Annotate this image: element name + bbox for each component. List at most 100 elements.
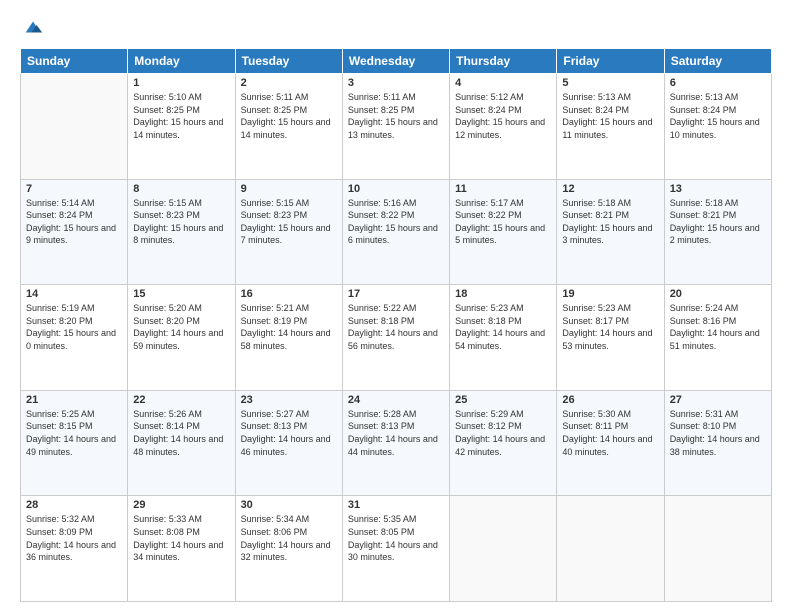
day-info: Sunrise: 5:18 AMSunset: 8:21 PMDaylight:…	[562, 197, 658, 247]
day-cell: 1 Sunrise: 5:10 AMSunset: 8:25 PMDayligh…	[128, 74, 235, 180]
day-info: Sunrise: 5:19 AMSunset: 8:20 PMDaylight:…	[26, 302, 122, 352]
day-info: Sunrise: 5:28 AMSunset: 8:13 PMDaylight:…	[348, 408, 444, 458]
day-number: 21	[26, 394, 122, 406]
day-info: Sunrise: 5:22 AMSunset: 8:18 PMDaylight:…	[348, 302, 444, 352]
day-number: 9	[241, 183, 337, 195]
day-cell: 19 Sunrise: 5:23 AMSunset: 8:17 PMDaylig…	[557, 285, 664, 391]
week-row-1: 1 Sunrise: 5:10 AMSunset: 8:25 PMDayligh…	[21, 74, 772, 180]
day-cell: 6 Sunrise: 5:13 AMSunset: 8:24 PMDayligh…	[664, 74, 771, 180]
day-number: 30	[241, 499, 337, 511]
day-info: Sunrise: 5:35 AMSunset: 8:05 PMDaylight:…	[348, 513, 444, 563]
day-number: 26	[562, 394, 658, 406]
day-info: Sunrise: 5:15 AMSunset: 8:23 PMDaylight:…	[133, 197, 229, 247]
day-cell	[21, 74, 128, 180]
day-info: Sunrise: 5:18 AMSunset: 8:21 PMDaylight:…	[670, 197, 766, 247]
logo-icon	[22, 16, 44, 38]
week-row-3: 14 Sunrise: 5:19 AMSunset: 8:20 PMDaylig…	[21, 285, 772, 391]
day-number: 31	[348, 499, 444, 511]
day-cell: 24 Sunrise: 5:28 AMSunset: 8:13 PMDaylig…	[342, 390, 449, 496]
day-number: 23	[241, 394, 337, 406]
day-number: 28	[26, 499, 122, 511]
col-tuesday: Tuesday	[235, 49, 342, 74]
day-cell: 11 Sunrise: 5:17 AMSunset: 8:22 PMDaylig…	[450, 179, 557, 285]
day-cell: 7 Sunrise: 5:14 AMSunset: 8:24 PMDayligh…	[21, 179, 128, 285]
day-cell: 27 Sunrise: 5:31 AMSunset: 8:10 PMDaylig…	[664, 390, 771, 496]
day-cell: 16 Sunrise: 5:21 AMSunset: 8:19 PMDaylig…	[235, 285, 342, 391]
day-info: Sunrise: 5:26 AMSunset: 8:14 PMDaylight:…	[133, 408, 229, 458]
col-sunday: Sunday	[21, 49, 128, 74]
day-cell: 31 Sunrise: 5:35 AMSunset: 8:05 PMDaylig…	[342, 496, 449, 602]
day-info: Sunrise: 5:21 AMSunset: 8:19 PMDaylight:…	[241, 302, 337, 352]
day-number: 4	[455, 77, 551, 89]
col-thursday: Thursday	[450, 49, 557, 74]
day-cell: 25 Sunrise: 5:29 AMSunset: 8:12 PMDaylig…	[450, 390, 557, 496]
calendar-table: Sunday Monday Tuesday Wednesday Thursday…	[20, 48, 772, 602]
day-number: 29	[133, 499, 229, 511]
day-number: 27	[670, 394, 766, 406]
col-wednesday: Wednesday	[342, 49, 449, 74]
day-number: 7	[26, 183, 122, 195]
day-number: 16	[241, 288, 337, 300]
day-cell: 2 Sunrise: 5:11 AMSunset: 8:25 PMDayligh…	[235, 74, 342, 180]
day-cell	[450, 496, 557, 602]
day-cell: 18 Sunrise: 5:23 AMSunset: 8:18 PMDaylig…	[450, 285, 557, 391]
day-cell	[664, 496, 771, 602]
week-row-4: 21 Sunrise: 5:25 AMSunset: 8:15 PMDaylig…	[21, 390, 772, 496]
day-cell: 5 Sunrise: 5:13 AMSunset: 8:24 PMDayligh…	[557, 74, 664, 180]
day-number: 11	[455, 183, 551, 195]
day-number: 10	[348, 183, 444, 195]
day-cell: 9 Sunrise: 5:15 AMSunset: 8:23 PMDayligh…	[235, 179, 342, 285]
day-info: Sunrise: 5:29 AMSunset: 8:12 PMDaylight:…	[455, 408, 551, 458]
day-cell: 23 Sunrise: 5:27 AMSunset: 8:13 PMDaylig…	[235, 390, 342, 496]
day-number: 14	[26, 288, 122, 300]
day-info: Sunrise: 5:34 AMSunset: 8:06 PMDaylight:…	[241, 513, 337, 563]
day-info: Sunrise: 5:15 AMSunset: 8:23 PMDaylight:…	[241, 197, 337, 247]
day-number: 6	[670, 77, 766, 89]
day-info: Sunrise: 5:30 AMSunset: 8:11 PMDaylight:…	[562, 408, 658, 458]
day-info: Sunrise: 5:16 AMSunset: 8:22 PMDaylight:…	[348, 197, 444, 247]
day-info: Sunrise: 5:17 AMSunset: 8:22 PMDaylight:…	[455, 197, 551, 247]
day-cell: 14 Sunrise: 5:19 AMSunset: 8:20 PMDaylig…	[21, 285, 128, 391]
day-cell: 30 Sunrise: 5:34 AMSunset: 8:06 PMDaylig…	[235, 496, 342, 602]
header-row: Sunday Monday Tuesday Wednesday Thursday…	[21, 49, 772, 74]
day-number: 3	[348, 77, 444, 89]
day-cell: 28 Sunrise: 5:32 AMSunset: 8:09 PMDaylig…	[21, 496, 128, 602]
day-cell: 12 Sunrise: 5:18 AMSunset: 8:21 PMDaylig…	[557, 179, 664, 285]
week-row-5: 28 Sunrise: 5:32 AMSunset: 8:09 PMDaylig…	[21, 496, 772, 602]
day-number: 25	[455, 394, 551, 406]
calendar: Sunday Monday Tuesday Wednesday Thursday…	[20, 48, 772, 602]
day-number: 15	[133, 288, 229, 300]
day-number: 19	[562, 288, 658, 300]
day-info: Sunrise: 5:24 AMSunset: 8:16 PMDaylight:…	[670, 302, 766, 352]
day-number: 2	[241, 77, 337, 89]
day-cell: 21 Sunrise: 5:25 AMSunset: 8:15 PMDaylig…	[21, 390, 128, 496]
logo	[20, 16, 44, 38]
day-cell: 20 Sunrise: 5:24 AMSunset: 8:16 PMDaylig…	[664, 285, 771, 391]
day-number: 13	[670, 183, 766, 195]
calendar-header: Sunday Monday Tuesday Wednesday Thursday…	[21, 49, 772, 74]
day-info: Sunrise: 5:12 AMSunset: 8:24 PMDaylight:…	[455, 91, 551, 141]
day-number: 18	[455, 288, 551, 300]
col-friday: Friday	[557, 49, 664, 74]
day-number: 8	[133, 183, 229, 195]
day-info: Sunrise: 5:10 AMSunset: 8:25 PMDaylight:…	[133, 91, 229, 141]
day-cell: 8 Sunrise: 5:15 AMSunset: 8:23 PMDayligh…	[128, 179, 235, 285]
day-info: Sunrise: 5:23 AMSunset: 8:18 PMDaylight:…	[455, 302, 551, 352]
week-row-2: 7 Sunrise: 5:14 AMSunset: 8:24 PMDayligh…	[21, 179, 772, 285]
day-cell: 29 Sunrise: 5:33 AMSunset: 8:08 PMDaylig…	[128, 496, 235, 602]
day-info: Sunrise: 5:13 AMSunset: 8:24 PMDaylight:…	[670, 91, 766, 141]
calendar-body: 1 Sunrise: 5:10 AMSunset: 8:25 PMDayligh…	[21, 74, 772, 602]
day-cell: 3 Sunrise: 5:11 AMSunset: 8:25 PMDayligh…	[342, 74, 449, 180]
day-cell: 22 Sunrise: 5:26 AMSunset: 8:14 PMDaylig…	[128, 390, 235, 496]
col-saturday: Saturday	[664, 49, 771, 74]
day-info: Sunrise: 5:14 AMSunset: 8:24 PMDaylight:…	[26, 197, 122, 247]
day-info: Sunrise: 5:32 AMSunset: 8:09 PMDaylight:…	[26, 513, 122, 563]
day-info: Sunrise: 5:33 AMSunset: 8:08 PMDaylight:…	[133, 513, 229, 563]
day-number: 24	[348, 394, 444, 406]
day-number: 20	[670, 288, 766, 300]
day-cell: 15 Sunrise: 5:20 AMSunset: 8:20 PMDaylig…	[128, 285, 235, 391]
day-cell: 4 Sunrise: 5:12 AMSunset: 8:24 PMDayligh…	[450, 74, 557, 180]
day-cell: 17 Sunrise: 5:22 AMSunset: 8:18 PMDaylig…	[342, 285, 449, 391]
day-info: Sunrise: 5:27 AMSunset: 8:13 PMDaylight:…	[241, 408, 337, 458]
day-number: 17	[348, 288, 444, 300]
